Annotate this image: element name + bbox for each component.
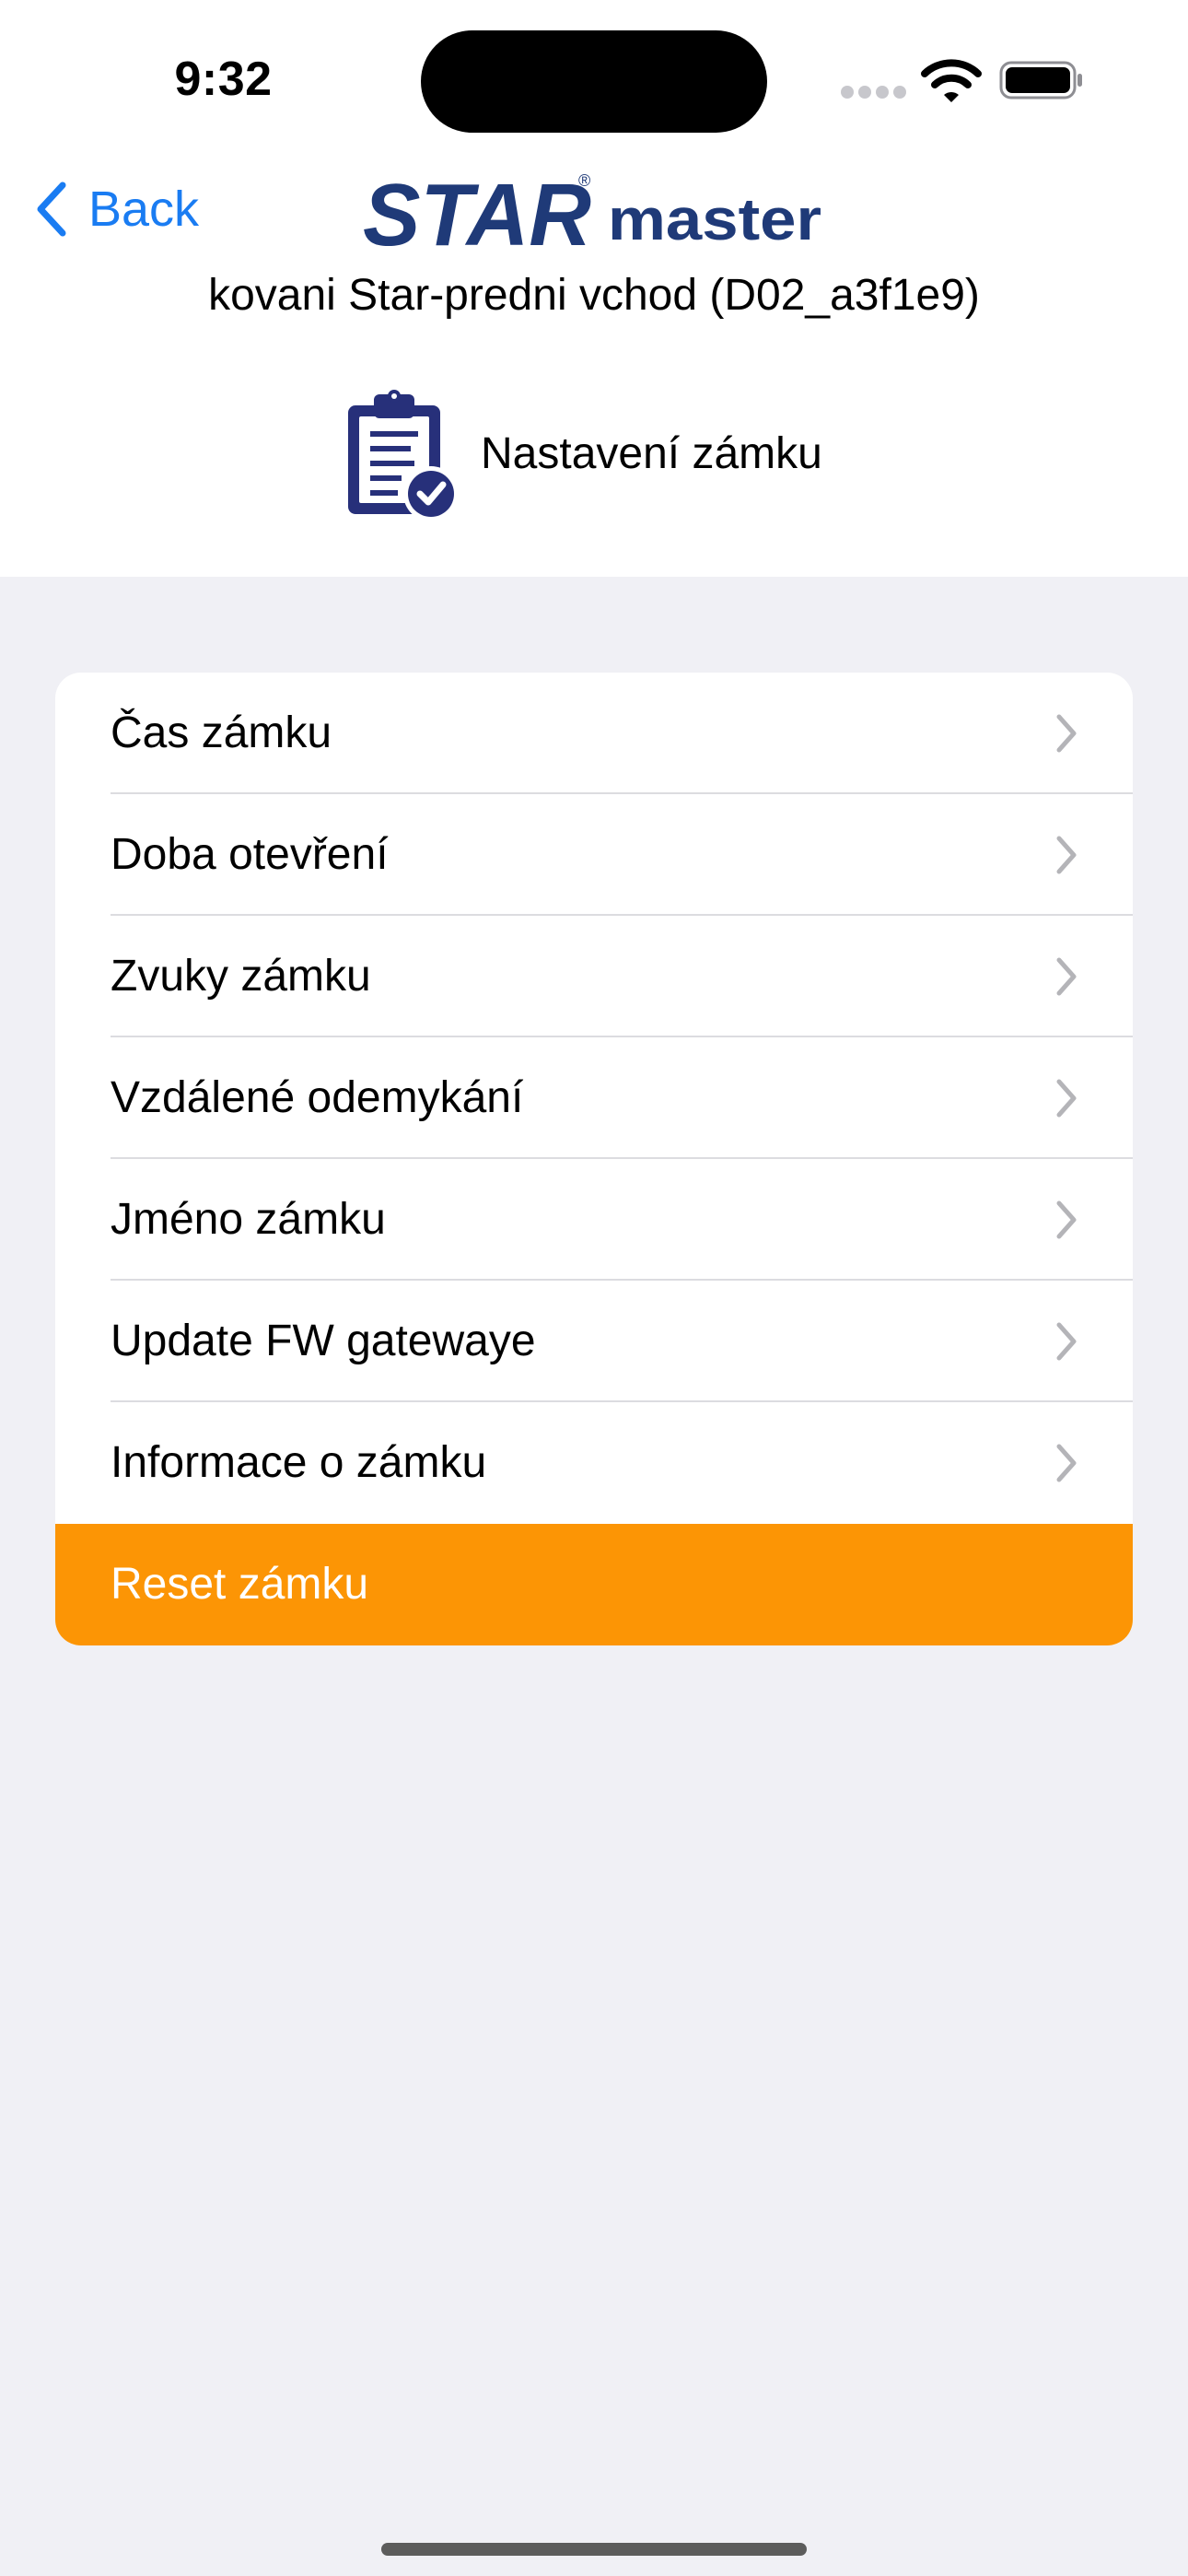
- settings-item-label: Update FW gatewaye: [111, 1317, 536, 1365]
- settings-item-lock-info[interactable]: Informace o zámku: [55, 1402, 1133, 1524]
- back-button[interactable]: Back: [33, 175, 199, 243]
- back-label: Back: [88, 181, 200, 237]
- settings-item-label: Vzdálené odemykání: [111, 1073, 524, 1122]
- settings-item-lock-time[interactable]: Čas zámku: [55, 673, 1133, 794]
- chevron-right-icon: [1056, 957, 1077, 996]
- battery-icon: [999, 61, 1082, 100]
- chevron-right-icon: [1056, 1444, 1077, 1482]
- logo-registered-mark: ®: [578, 171, 590, 190]
- settings-item-open-duration[interactable]: Doba otevření: [55, 794, 1133, 916]
- lock-title: kovani Star-predni vchod (D02_a3f1e9): [208, 271, 980, 320]
- settings-item-lock-sounds[interactable]: Zvuky zámku: [55, 916, 1133, 1037]
- settings-item-lock-name[interactable]: Jméno zámku: [55, 1159, 1133, 1281]
- settings-list: Čas zámku Doba otevření Zvuky zámku Vzdá…: [55, 673, 1133, 1645]
- settings-item-label: Čas zámku: [111, 708, 332, 757]
- wifi-icon: [921, 59, 982, 102]
- clipboard-check-icon: [348, 390, 459, 521]
- settings-item-remote-unlock[interactable]: Vzdálené odemykání: [55, 1037, 1133, 1159]
- section-title: Nastavení zámku: [481, 429, 822, 478]
- dynamic-island: [421, 30, 767, 133]
- settings-item-label: Doba otevření: [111, 830, 389, 879]
- chevron-left-icon: [37, 181, 66, 237]
- settings-item-label: Informace o zámku: [111, 1438, 487, 1487]
- chevron-right-icon: [1056, 1079, 1077, 1118]
- header-area: 9:32 Back STAR ® master kovani Star-pred…: [0, 0, 1188, 577]
- reset-lock-label: Reset zámku: [111, 1560, 369, 1609]
- home-indicator[interactable]: [381, 2543, 807, 2556]
- section-header: Nastavení zámku: [343, 385, 822, 523]
- logo-star-text: STAR: [363, 166, 591, 258]
- chevron-right-icon: [1056, 714, 1077, 753]
- reset-lock-button[interactable]: Reset zámku: [55, 1524, 1133, 1645]
- settings-item-gateway-fw-update[interactable]: Update FW gatewaye: [55, 1281, 1133, 1402]
- chevron-right-icon: [1056, 836, 1077, 874]
- logo-master-text: master: [608, 186, 821, 252]
- chevron-right-icon: [1056, 1322, 1077, 1361]
- status-time: 9:32: [174, 53, 273, 106]
- star-master-logo: STAR ® master: [363, 166, 821, 258]
- cellular-signal-icon: [841, 86, 906, 100]
- settings-item-label: Zvuky zámku: [111, 952, 371, 1001]
- chevron-right-icon: [1056, 1200, 1077, 1239]
- settings-item-label: Jméno zámku: [111, 1195, 386, 1244]
